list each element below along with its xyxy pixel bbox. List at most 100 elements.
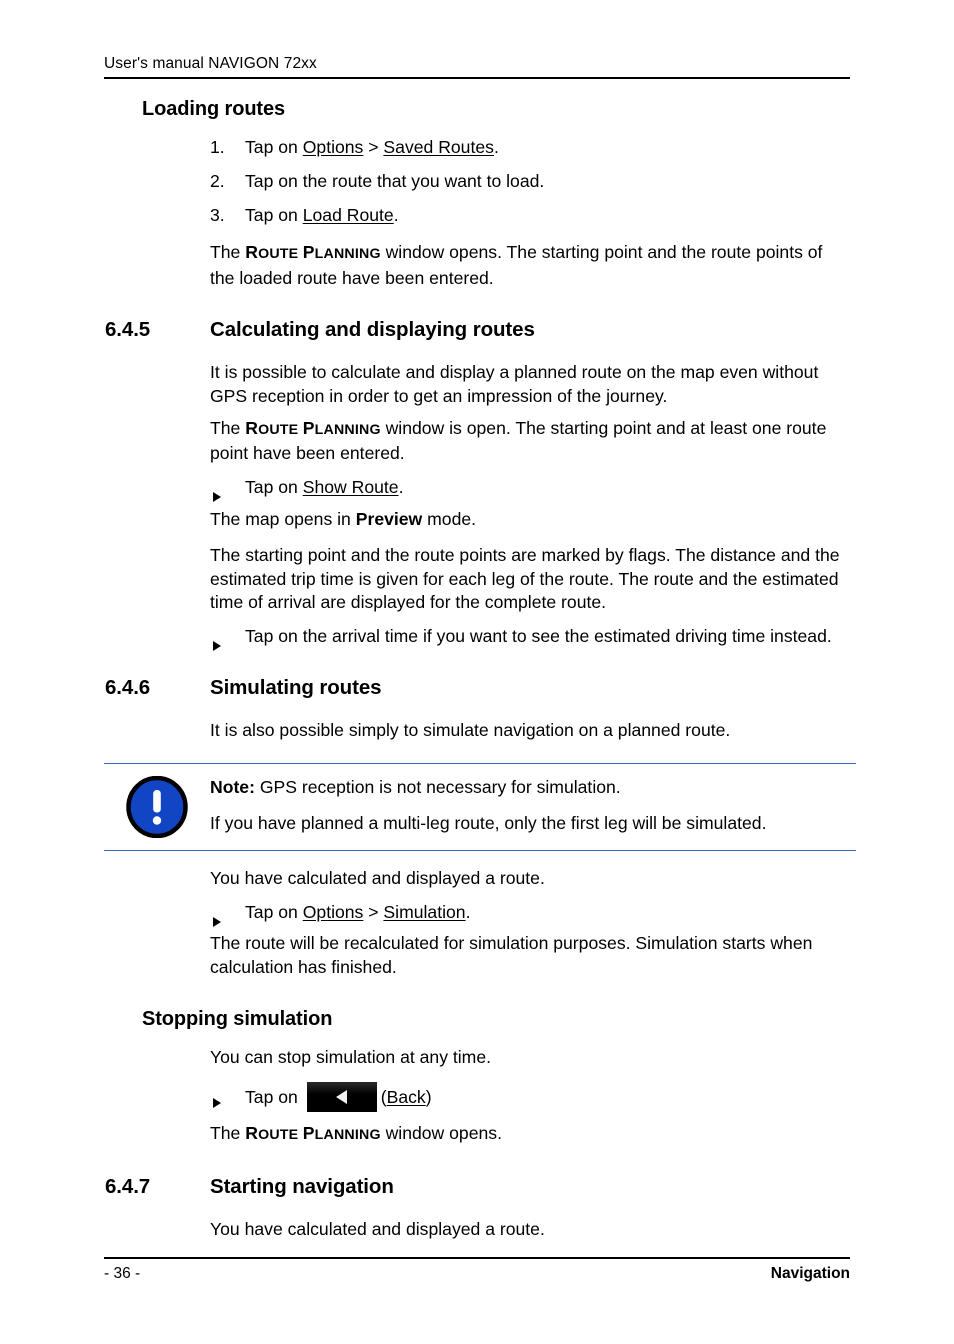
back-button-icon[interactable] <box>306 1081 377 1112</box>
heading-loading-routes: Loading routes <box>142 98 286 120</box>
step-number: 1. <box>210 137 225 157</box>
section-number: 6.4.5 <box>105 317 151 341</box>
bullet-text: Tap on Options > Simulation. <box>245 901 840 925</box>
calculating-para-1: It is possible to calculate and display … <box>210 361 819 406</box>
bullet-mid: > <box>363 901 384 922</box>
step-text-pre: Tap on <box>245 204 303 225</box>
section-title: Calculating and displaying routes <box>210 317 535 341</box>
triangle-bullet-icon <box>210 901 245 927</box>
step-text: Tap on Options > Saved Routes. <box>245 136 840 160</box>
list-item: 3. Tap on Load Route. <box>210 204 840 228</box>
list-item: Tap on Options > Simulation. <box>210 901 840 927</box>
triangle-bullet-icon <box>210 1082 245 1112</box>
starting-navigation-precondition: You have calculated and displayed a rout… <box>210 1218 545 1239</box>
footer-rule <box>104 1257 850 1259</box>
loading-routes-result: The ROUTE PLANNING window opens. The sta… <box>210 241 840 291</box>
result-pre: The <box>210 1122 246 1143</box>
simulating-intro: It is also possible simply to simulate n… <box>210 719 731 740</box>
stopping-result: The ROUTE PLANNING window opens. <box>210 1122 840 1148</box>
calculating-para-2: The ROUTE PLANNING window is open. The s… <box>210 417 840 467</box>
bullet-text: Tap on Show Route. <box>245 476 840 500</box>
window-name-part-a: ROUTE <box>245 1122 299 1143</box>
result1-post: mode. <box>422 508 477 529</box>
heading-stopping-simulation: Stopping simulation <box>142 1007 333 1030</box>
window-name-part-a: ROUTE <box>245 242 299 263</box>
section-title: Starting navigation <box>210 1174 394 1198</box>
link-options[interactable]: Options <box>303 137 364 157</box>
result-post: window opens. <box>380 1122 502 1143</box>
calculating-bullets: Tap on Show Route. <box>210 476 840 503</box>
bullet-post: . <box>398 477 404 498</box>
window-name-part-b: PLANNING <box>302 1122 381 1143</box>
section-number: 6.4.7 <box>105 1174 151 1198</box>
loading-routes-steps: 1. Tap on Options > Saved Routes. 2. Tap… <box>210 136 840 227</box>
exclamation-icon <box>126 775 188 838</box>
page-content: Loading routes 1. Tap on Options > Saved… <box>0 96 954 1241</box>
header-title: User's manual NAVIGON 72xx <box>104 55 317 72</box>
window-name-part-b: PLANNING <box>302 417 381 438</box>
stopping-bullets: Tap on (Back) <box>210 1081 840 1112</box>
list-item: Tap on (Back) <box>210 1081 840 1112</box>
window-name-part-b: PLANNING <box>302 242 381 263</box>
list-item: Tap on Show Route. <box>210 476 840 503</box>
step-text: Tap on the route that you want to load. <box>245 170 545 191</box>
note-line-2: If you have planned a multi-leg route, o… <box>210 812 767 833</box>
note-icon-cell <box>104 774 210 838</box>
step-text: Tap on Load Route. <box>245 204 840 228</box>
note-label: Note: <box>210 776 255 797</box>
link-simulation[interactable]: Simulation <box>383 902 465 922</box>
result-pre: The <box>210 242 246 263</box>
heading-starting-navigation: 6.4.7 Starting navigation <box>105 1174 954 1200</box>
document-page: User's manual NAVIGON 72xx Loading route… <box>0 0 954 1344</box>
section-number: 6.4.6 <box>105 675 151 699</box>
list-item: Tap on the arrival time if you want to s… <box>210 625 840 652</box>
bullet-text: Tap on (Back) <box>245 1081 840 1112</box>
page-header: User's manual NAVIGON 72xx <box>104 54 850 79</box>
window-name-route-planning: ROUTE PLANNING <box>245 1122 381 1143</box>
window-name-part-a: ROUTE <box>245 417 299 438</box>
link-show-route[interactable]: Show Route <box>303 477 399 497</box>
window-name-route-planning: ROUTE PLANNING <box>245 417 381 438</box>
simulating-precondition: You have calculated and displayed a rout… <box>210 867 545 888</box>
section-title: Simulating routes <box>210 675 382 699</box>
chapter-name: Navigation <box>770 1265 850 1282</box>
link-saved-routes[interactable]: Saved Routes <box>383 137 494 157</box>
window-name-route-planning: ROUTE PLANNING <box>245 242 381 263</box>
result1-pre: The map opens in <box>210 508 356 529</box>
calculating-result-2: The starting point and the route points … <box>210 544 840 613</box>
step-text-post: . <box>493 137 499 157</box>
simulating-bullets: Tap on Options > Simulation. <box>210 901 840 927</box>
link-back[interactable]: Back <box>387 1087 426 1107</box>
step-number: 3. <box>210 204 225 225</box>
footer-row: - 36 - Navigation <box>104 1264 850 1284</box>
triangle-bullet-icon <box>210 625 245 652</box>
heading-calculating-routes: 6.4.5 Calculating and displaying routes <box>105 317 954 343</box>
bullet-text: Tap on the arrival time if you want to s… <box>245 626 832 647</box>
link-load-route[interactable]: Load Route <box>303 205 394 225</box>
mode-name-preview: Preview <box>355 508 423 529</box>
bullet-pre: Tap on <box>245 1086 303 1107</box>
left-arrow-icon <box>335 1089 347 1104</box>
link-options[interactable]: Options <box>303 902 364 922</box>
step-text-pre: Tap on <box>245 137 303 157</box>
note-line-1-text: GPS reception is not necessary for simul… <box>254 776 621 797</box>
note-line-1: Note: GPS reception is not necessary for… <box>210 776 856 800</box>
note-box: Note: GPS reception is not necessary for… <box>104 762 856 851</box>
step-number: 2. <box>210 170 225 191</box>
step-text-mid: > <box>363 137 384 157</box>
para2-pre: The <box>210 417 246 438</box>
triangle-bullet-icon <box>210 476 245 503</box>
stopping-intro: You can stop simulation at any time. <box>210 1046 492 1067</box>
note-body: Note: GPS reception is not necessary for… <box>210 774 856 836</box>
paren-close: ) <box>425 1086 432 1107</box>
list-item: 1. Tap on Options > Saved Routes. <box>210 136 840 160</box>
list-item: 2. Tap on the route that you want to loa… <box>210 170 840 194</box>
calculating-result-1: The map opens in Preview mode. <box>210 508 840 532</box>
calculating-bullets-2: Tap on the arrival time if you want to s… <box>210 625 840 652</box>
page-number: - 36 - <box>104 1265 141 1282</box>
step-text-post: . <box>393 204 399 225</box>
simulating-result: The route will be recalculated for simul… <box>210 933 813 978</box>
heading-simulating-routes: 6.4.6 Simulating routes <box>105 675 954 701</box>
page-footer: - 36 - Navigation <box>104 1257 850 1284</box>
bullet-pre: Tap on <box>245 901 303 922</box>
